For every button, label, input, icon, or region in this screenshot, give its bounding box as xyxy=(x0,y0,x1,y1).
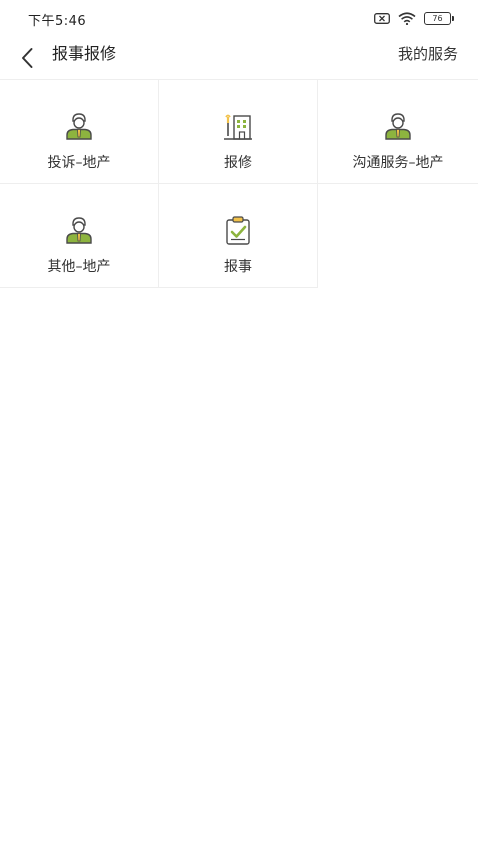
clipboard-check-icon xyxy=(226,216,250,245)
grid-item-other[interactable]: 其他–地产 xyxy=(0,184,159,288)
page-title: 报事报修 xyxy=(52,44,117,63)
grid-item-label: 投诉–地产 xyxy=(47,155,111,171)
person-icon xyxy=(66,113,92,140)
grid-item-report[interactable]: 报事 xyxy=(159,184,318,288)
screen: 下午5:46 76 报事报修 我的服务 投诉–地产 报修 沟通服务–地产 其他–… xyxy=(0,0,478,850)
my-services-link[interactable]: 我的服务 xyxy=(398,36,458,80)
service-grid: 投诉–地产 报修 沟通服务–地产 其他–地产 报事 xyxy=(0,80,478,288)
chevron-left-icon xyxy=(22,48,33,68)
grid-item-communication[interactable]: 沟通服务–地产 xyxy=(318,80,478,184)
person-icon xyxy=(66,217,92,244)
grid-item-label: 报事 xyxy=(224,259,252,275)
person-icon xyxy=(385,113,411,140)
grid-item-complaint[interactable]: 投诉–地产 xyxy=(0,80,159,184)
grid-item-label: 其他–地产 xyxy=(47,259,111,275)
grid-item-repair[interactable]: 报修 xyxy=(159,80,318,184)
grid-item-label: 沟通服务–地产 xyxy=(352,155,444,171)
battery-icon: 76 xyxy=(424,11,454,25)
status-bar: 下午5:46 76 xyxy=(0,0,478,36)
status-time: 下午5:46 xyxy=(28,14,87,29)
wifi-icon xyxy=(398,11,416,25)
building-repair-icon xyxy=(224,114,252,140)
nav-bar: 报事报修 我的服务 xyxy=(0,36,478,80)
no-sim-icon xyxy=(374,12,390,24)
battery-level: 76 xyxy=(432,13,443,23)
grid-item-label: 报修 xyxy=(224,155,252,171)
status-icons: 76 xyxy=(374,11,454,25)
back-button[interactable] xyxy=(12,42,42,74)
